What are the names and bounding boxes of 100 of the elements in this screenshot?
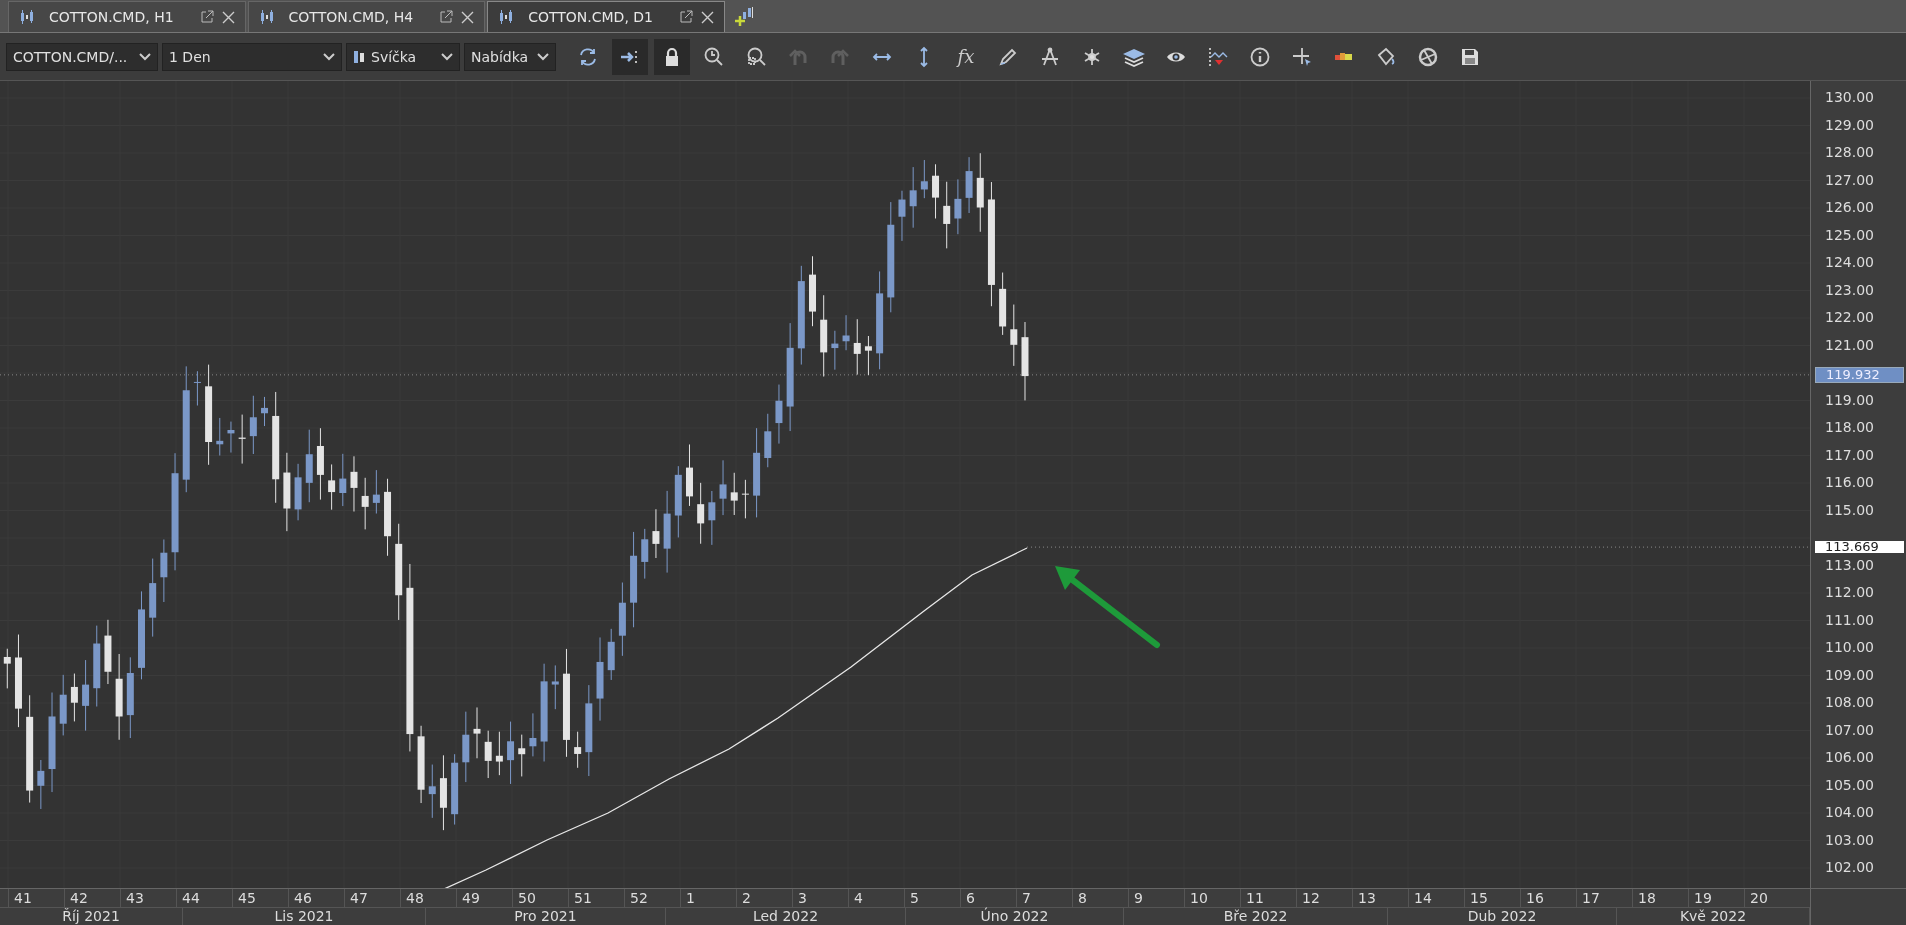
candlestick — [37, 759, 45, 810]
candlestick — [708, 490, 716, 546]
price-label: 110.00 — [1825, 639, 1874, 655]
candlestick — [551, 664, 559, 710]
week-label: 5 — [904, 889, 960, 907]
week-label: 45 — [232, 889, 288, 907]
price-label: 119.00 — [1825, 391, 1874, 408]
popout-icon[interactable] — [439, 10, 454, 24]
info-icon — [1249, 45, 1271, 68]
chart-tab[interactable]: COTTON.CMD, H1 — [8, 1, 246, 32]
price-label: 130.00 — [1825, 89, 1874, 105]
week-label: 18 — [1632, 889, 1688, 907]
clock-magnifier-icon — [703, 45, 725, 68]
candlestick — [495, 731, 503, 776]
candlestick — [965, 156, 973, 214]
week-label: 44 — [176, 889, 232, 907]
chart-type-dropdown[interactable]: Svíčka — [346, 42, 460, 71]
price-label: 102.00 — [1825, 859, 1874, 875]
candlestick — [294, 463, 302, 521]
candlestick-icon — [258, 9, 275, 25]
popout-icon[interactable] — [679, 10, 693, 24]
close-icon[interactable] — [701, 10, 714, 24]
candlestick — [104, 619, 112, 685]
compass-icon — [1039, 45, 1061, 68]
week-label: 19 — [1688, 889, 1744, 907]
price-side-dropdown[interactable]: Nabídka — [464, 42, 556, 71]
price-label: 123.00 — [1825, 281, 1874, 298]
current-price-marker: 119.932 — [1815, 366, 1904, 383]
candlestick — [853, 318, 861, 376]
week-label: 50 — [512, 889, 568, 907]
week-label: 42 — [64, 889, 120, 907]
instrument-dropdown[interactable]: COTTON.CMD/... — [6, 42, 158, 71]
candlestick — [507, 721, 515, 785]
week-label: 15 — [1464, 889, 1520, 907]
month-label: Bře 2022 — [1124, 908, 1388, 925]
candlestick — [864, 335, 872, 376]
price-label: 113.00 — [1825, 556, 1874, 573]
week-label: 48 — [400, 889, 456, 907]
shift-button[interactable] — [612, 38, 648, 75]
popout-icon[interactable] — [199, 10, 214, 24]
week-label: 47 — [344, 889, 400, 907]
candlestick — [339, 453, 347, 507]
candlestick — [59, 674, 67, 736]
chevron-icon — [323, 52, 335, 61]
tab-label: COTTON.CMD, H4 — [288, 9, 414, 25]
month-label: Lis 2021 — [183, 908, 426, 925]
price-label: 127.00 — [1825, 171, 1874, 188]
tab-label: COTTON.CMD, H1 — [49, 9, 174, 25]
candlestick — [898, 190, 906, 242]
candlestick — [764, 413, 772, 468]
week-label: 8 — [1072, 889, 1128, 907]
candlestick — [920, 159, 928, 199]
price-label: 129.00 — [1825, 116, 1874, 133]
tab-label: COTTON.CMD, D1 — [528, 9, 653, 25]
close-icon[interactable] — [461, 10, 475, 24]
week-label: 52 — [624, 889, 680, 907]
candlestick — [328, 463, 336, 511]
month-label: Dub 2022 — [1388, 908, 1617, 925]
week-label: 13 — [1352, 889, 1408, 907]
price-label: 105.00 — [1825, 776, 1874, 793]
price-label: 122.00 — [1825, 309, 1874, 325]
candlestick — [909, 166, 917, 229]
month-label: Led 2022 — [666, 908, 906, 925]
chart-tab[interactable]: COTTON.CMD, D1 — [487, 1, 725, 32]
candlestick — [261, 396, 268, 427]
candlestick — [249, 395, 257, 455]
magnifier-icon — [745, 45, 767, 68]
lock-button[interactable] — [654, 38, 690, 75]
candlestick — [652, 508, 660, 559]
week-label: 3 — [792, 889, 848, 907]
candlestick — [484, 730, 492, 779]
week-label: 11 — [1240, 889, 1296, 907]
candlestick — [719, 459, 727, 516]
period-dropdown[interactable]: 1 Den — [162, 42, 342, 71]
average-price-marker: 113.669 — [1815, 541, 1904, 554]
candlestick — [238, 414, 246, 465]
week-label: 1 — [680, 889, 736, 907]
candlestick — [697, 482, 705, 545]
close-icon[interactable] — [221, 10, 235, 24]
candlestick — [943, 181, 951, 249]
aperture-icon — [1417, 45, 1439, 68]
candlestick — [372, 469, 380, 515]
week-label: 46 — [288, 889, 344, 907]
candlestick — [216, 417, 224, 456]
candlestick — [730, 472, 738, 516]
price-label: 126.00 — [1825, 199, 1874, 215]
candlestick — [831, 330, 839, 371]
week-label: 49 — [456, 889, 512, 907]
chevron-icon — [139, 52, 151, 61]
add-chart-icon[interactable] — [733, 6, 755, 28]
month-label: Kvě 2022 — [1617, 908, 1810, 925]
candlestick — [70, 673, 78, 722]
candlestick — [641, 528, 649, 580]
week-label: 10 — [1184, 889, 1240, 907]
chart-alert-icon — [1207, 45, 1229, 68]
chart-tab[interactable]: COTTON.CMD, H4 — [247, 1, 486, 32]
candlestick — [574, 731, 582, 769]
candlestick — [518, 734, 526, 777]
price-label: 116.00 — [1825, 474, 1874, 490]
formula-button[interactable]: fx — [948, 38, 984, 75]
